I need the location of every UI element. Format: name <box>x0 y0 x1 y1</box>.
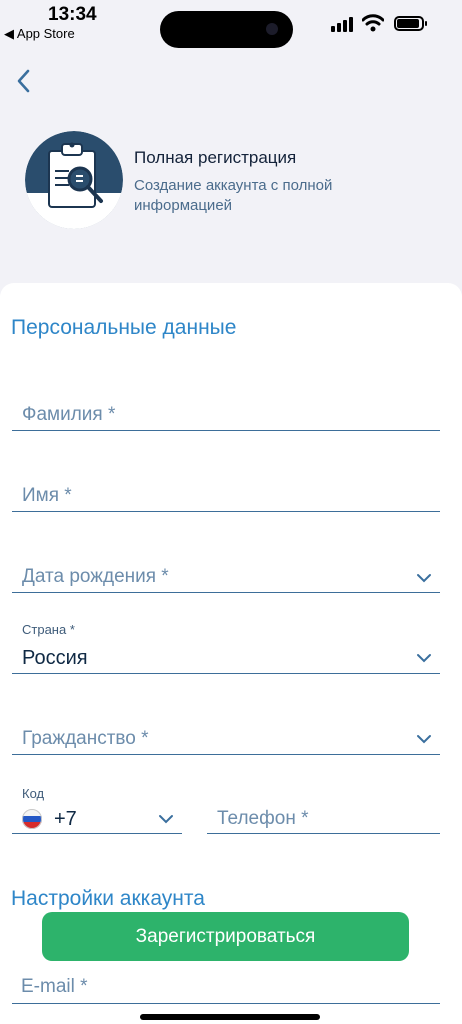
wifi-icon <box>362 14 384 32</box>
birth-date-placeholder: Дата рождения * <box>22 566 169 587</box>
page-title: Полная регистрация <box>134 148 297 167</box>
clipboard-search-icon <box>25 131 123 229</box>
phone-code-select[interactable]: Код +7 <box>12 782 182 834</box>
last-name-placeholder: Фамилия * <box>22 404 116 425</box>
email-placeholder: E-mail * <box>21 976 88 997</box>
chevron-down-icon <box>159 815 173 824</box>
back-chevron-icon[interactable] <box>12 66 36 96</box>
country-value: Россия <box>22 647 88 669</box>
first-name-placeholder: Имя * <box>22 485 72 506</box>
section-title-personal: Персональные данные <box>11 316 237 339</box>
code-value: +7 <box>54 808 77 830</box>
chevron-down-icon <box>417 654 431 663</box>
chevron-down-icon <box>417 574 431 583</box>
phone-placeholder: Телефон * <box>217 808 309 829</box>
status-time: 13:34 <box>48 4 97 25</box>
section-title-account: Настройки аккаунта <box>11 887 205 910</box>
status-bar: 13:34 ◀ App Store <box>0 0 462 50</box>
citizenship-select[interactable]: Гражданство * <box>12 719 440 755</box>
birth-date-field[interactable]: Дата рождения * <box>12 557 440 593</box>
country-select[interactable]: Страна * Россия <box>12 618 440 674</box>
home-indicator <box>140 1014 320 1020</box>
camera-dot <box>266 23 278 35</box>
country-label: Страна * <box>22 622 75 637</box>
citizenship-placeholder: Гражданство * <box>22 728 149 749</box>
back-to-app-store-link[interactable]: ◀ App Store <box>4 26 75 42</box>
register-button[interactable]: Зарегистрироваться <box>42 912 409 961</box>
russia-flag-icon <box>22 809 42 829</box>
last-name-field[interactable]: Фамилия * <box>12 395 440 431</box>
first-name-field[interactable]: Имя * <box>12 476 440 512</box>
chevron-down-icon <box>417 735 431 744</box>
signal-icon <box>331 16 355 32</box>
email-field[interactable]: E-mail * <box>12 970 440 1004</box>
page-subtitle: Создание аккаунта с полной информацией <box>134 177 333 214</box>
code-label: Код <box>22 786 45 801</box>
phone-field[interactable]: Телефон * <box>207 800 440 834</box>
battery-icon <box>394 16 427 31</box>
